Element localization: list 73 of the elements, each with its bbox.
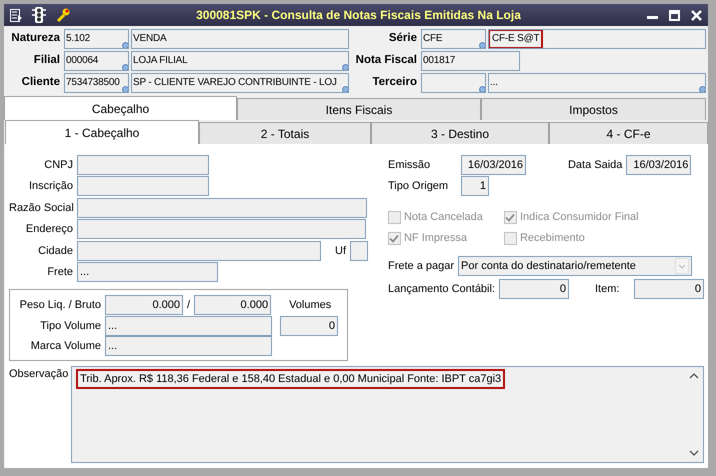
wrench-icon[interactable]: [56, 8, 70, 22]
input-field[interactable]: ...: [77, 262, 218, 282]
field-label: Lançamento Contábil:: [388, 282, 495, 297]
field-label: Tipo Volume: [39, 318, 101, 334]
check-icon: [505, 213, 516, 222]
input-field[interactable]: 16/03/2016: [626, 154, 692, 175]
chevron-down-icon: [675, 258, 690, 274]
input-field[interactable]: 0: [280, 316, 338, 336]
field-label: Peso Liq. / Bruto: [18, 298, 101, 313]
field-label: Emissão: [388, 158, 432, 172]
input-field[interactable]: 5.102: [64, 29, 129, 49]
input-field[interactable]: CF-E S@T: [488, 29, 706, 49]
input-field[interactable]: 1: [460, 176, 489, 196]
field-label: Cliente: [20, 75, 61, 90]
input-field[interactable]: [421, 73, 486, 93]
input-field[interactable]: [77, 219, 366, 240]
close-icon[interactable]: [691, 10, 702, 20]
input-field[interactable]: [77, 176, 209, 196]
input-field[interactable]: LOJA FILIAL: [131, 51, 349, 71]
input-field[interactable]: ...: [105, 336, 272, 356]
field-label: Nota Fiscal: [354, 53, 418, 68]
tab[interactable]: Impostos: [481, 98, 706, 120]
input-field[interactable]: [77, 240, 321, 261]
field-label: Marca Volume: [30, 339, 101, 354]
tab[interactable]: Itens Fiscais: [237, 98, 481, 120]
input-field[interactable]: ...: [488, 73, 706, 93]
field-label: Data Saida: [568, 158, 622, 172]
input-field[interactable]: VENDA: [131, 29, 349, 49]
scroll-up-icon[interactable]: [689, 370, 699, 380]
maximize-icon[interactable]: [669, 10, 680, 20]
input-field[interactable]: [350, 240, 368, 261]
field-label: CNPJ: [43, 158, 73, 172]
input-field[interactable]: 001817: [421, 51, 520, 71]
input-field[interactable]: 0.000: [194, 295, 272, 316]
text-area[interactable]: Trib. Aprox. R$ 118,36 Federal e 158,40 Estadual e 0,00 Municipal Fonte: IBPT ca7gi3: [71, 366, 704, 463]
input-field[interactable]: 0: [634, 279, 704, 300]
tab[interactable]: 1 - Cabeçalho: [5, 120, 199, 144]
field-label: Frete: [46, 265, 73, 280]
field-label: Item:: [595, 282, 620, 297]
field-label: Cidade: [37, 244, 73, 258]
field-label: Inscrição: [28, 179, 73, 194]
window-title: 300081SPK - Consulta de Notas Fiscais Emitidas Na Loja: [195, 7, 522, 24]
input-field[interactable]: [77, 198, 367, 218]
field-label: Razão Social: [9, 200, 73, 216]
field-label: Uf: [335, 244, 346, 258]
input-field[interactable]: [77, 154, 209, 175]
input-field[interactable]: 7534738500: [64, 73, 129, 93]
check-icon: [389, 234, 400, 243]
input-field[interactable]: ...: [105, 316, 272, 336]
tab[interactable]: 4 - CF-e: [549, 122, 708, 144]
input-field[interactable]: CFE: [421, 29, 486, 49]
dropdown[interactable]: Por conta do destinatario/remetente: [458, 256, 692, 276]
tab[interactable]: 2 - Totais: [199, 122, 371, 144]
traffic-light-icon[interactable]: [32, 7, 46, 23]
input-field[interactable]: SP - CLIENTE VAREJO CONTRIBUINTE - LOJ: [131, 73, 349, 93]
input-field[interactable]: 16/03/2016: [460, 154, 526, 175]
field-label: Observação: [9, 366, 68, 382]
scroll-down-icon[interactable]: [689, 448, 699, 458]
field-label: Frete a pagar: [388, 258, 454, 274]
tab[interactable]: 3 - Destino: [371, 122, 549, 144]
field-label: Tipo Origem: [388, 179, 450, 194]
field-label: Natureza: [10, 31, 61, 46]
input-field[interactable]: 0.000: [105, 295, 183, 316]
list-icon[interactable]: [10, 8, 22, 22]
field-label: Volumes: [289, 298, 332, 313]
tab[interactable]: Cabeçalho: [4, 96, 237, 120]
field-label: Terceiro: [371, 75, 418, 90]
field-label: Série: [388, 31, 418, 46]
field-label: Filial: [32, 53, 61, 68]
field-label: Endereço: [24, 222, 73, 237]
input-field[interactable]: 000064: [64, 51, 129, 71]
separator-text: /: [187, 298, 190, 313]
input-field[interactable]: 0: [499, 279, 569, 300]
